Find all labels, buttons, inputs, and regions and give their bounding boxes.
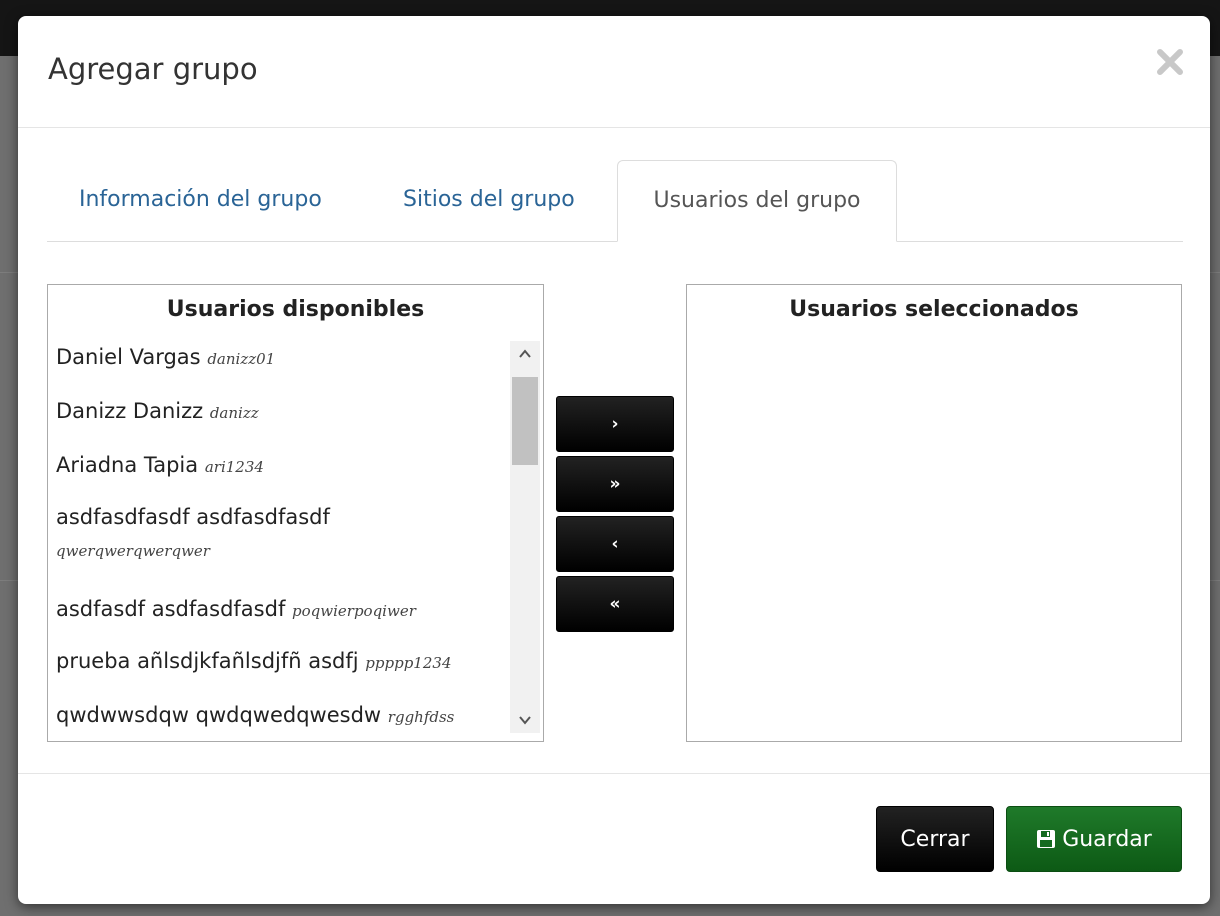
- remove-all-button[interactable]: «: [556, 576, 674, 632]
- user-fullname: prueba añlsdjkfañlsdjfñ asdfj: [56, 649, 359, 673]
- modal-footer: Cerrar Guardar: [18, 773, 1210, 904]
- list-item[interactable]: Danizz Danizz danizz: [56, 399, 259, 423]
- user-username: ari1234: [204, 458, 264, 476]
- remove-selected-button[interactable]: ‹: [556, 516, 674, 572]
- list-item[interactable]: prueba añlsdjkfañlsdjfñ asdfj ppppp1234: [56, 649, 451, 673]
- user-fullname: qwdwwsdqw qwdqwedqwesdw: [56, 703, 382, 727]
- available-users-list[interactable]: Daniel Vargas danizz01 Danizz Danizz dan…: [54, 339, 510, 737]
- user-username: rgghfdss: [387, 708, 455, 726]
- user-fullname: Daniel Vargas: [56, 345, 201, 369]
- save-button[interactable]: Guardar: [1006, 806, 1182, 872]
- user-username: danizz: [209, 404, 259, 422]
- user-username: poqwierpoqiwer: [292, 602, 416, 620]
- floppy-disk-icon: [1037, 830, 1056, 848]
- selected-users-panel: Usuarios seleccionados: [686, 284, 1182, 742]
- selected-users-list[interactable]: [693, 339, 1173, 737]
- close-dialog-button[interactable]: Cerrar: [876, 806, 994, 872]
- list-item[interactable]: qwdwwsdqw qwdqwedqwesdw rgghfdss: [56, 703, 454, 727]
- close-icon: [1157, 49, 1183, 75]
- list-item[interactable]: asdfasdfasdf asdfasdfasdf qwerqwerqwerqw…: [56, 505, 496, 573]
- user-fullname: asdfasdf asdfasdfasdf: [56, 597, 286, 621]
- user-fullname: asdfasdfasdf asdfasdfasdf: [56, 505, 330, 529]
- list-item[interactable]: asdfasdf asdfasdfasdf poqwierpoqiwer: [56, 597, 416, 621]
- chevron-down-icon[interactable]: [516, 711, 534, 729]
- list-item[interactable]: Daniel Vargas danizz01: [56, 345, 275, 369]
- group-tabs: Información del grupo Sitios del grupo U…: [47, 160, 1183, 242]
- user-fullname: Ariadna Tapia: [56, 453, 199, 477]
- available-users-title: Usuarios disponibles: [166, 297, 425, 322]
- chevron-up-icon[interactable]: [516, 345, 534, 363]
- modal-header: Agregar grupo: [18, 16, 1210, 128]
- close-button[interactable]: [1152, 44, 1188, 80]
- add-selected-button[interactable]: ›: [556, 396, 674, 452]
- user-username: qwerqwerqwerqwer: [56, 542, 210, 560]
- modal-title: Agregar grupo: [48, 52, 258, 86]
- tab-group-info[interactable]: Información del grupo: [79, 160, 322, 242]
- tab-group-sites[interactable]: Sitios del grupo: [403, 160, 575, 242]
- user-username: ppppp1234: [365, 654, 452, 672]
- available-users-panel: Usuarios disponibles Daniel Vargas daniz…: [47, 284, 544, 742]
- list-item[interactable]: Ariadna Tapia ari1234: [56, 453, 264, 477]
- tab-group-users[interactable]: Usuarios del grupo: [617, 160, 897, 242]
- save-label: Guardar: [1062, 826, 1152, 852]
- list-scrollbar[interactable]: [510, 341, 540, 733]
- selected-users-title: Usuarios seleccionados: [789, 297, 1079, 322]
- user-username: danizz01: [207, 350, 276, 368]
- add-all-button[interactable]: »: [556, 456, 674, 512]
- scroll-thumb[interactable]: [512, 377, 538, 465]
- user-fullname: Danizz Danizz: [56, 399, 204, 423]
- add-group-modal: Agregar grupo Información del grupo Siti…: [18, 16, 1210, 904]
